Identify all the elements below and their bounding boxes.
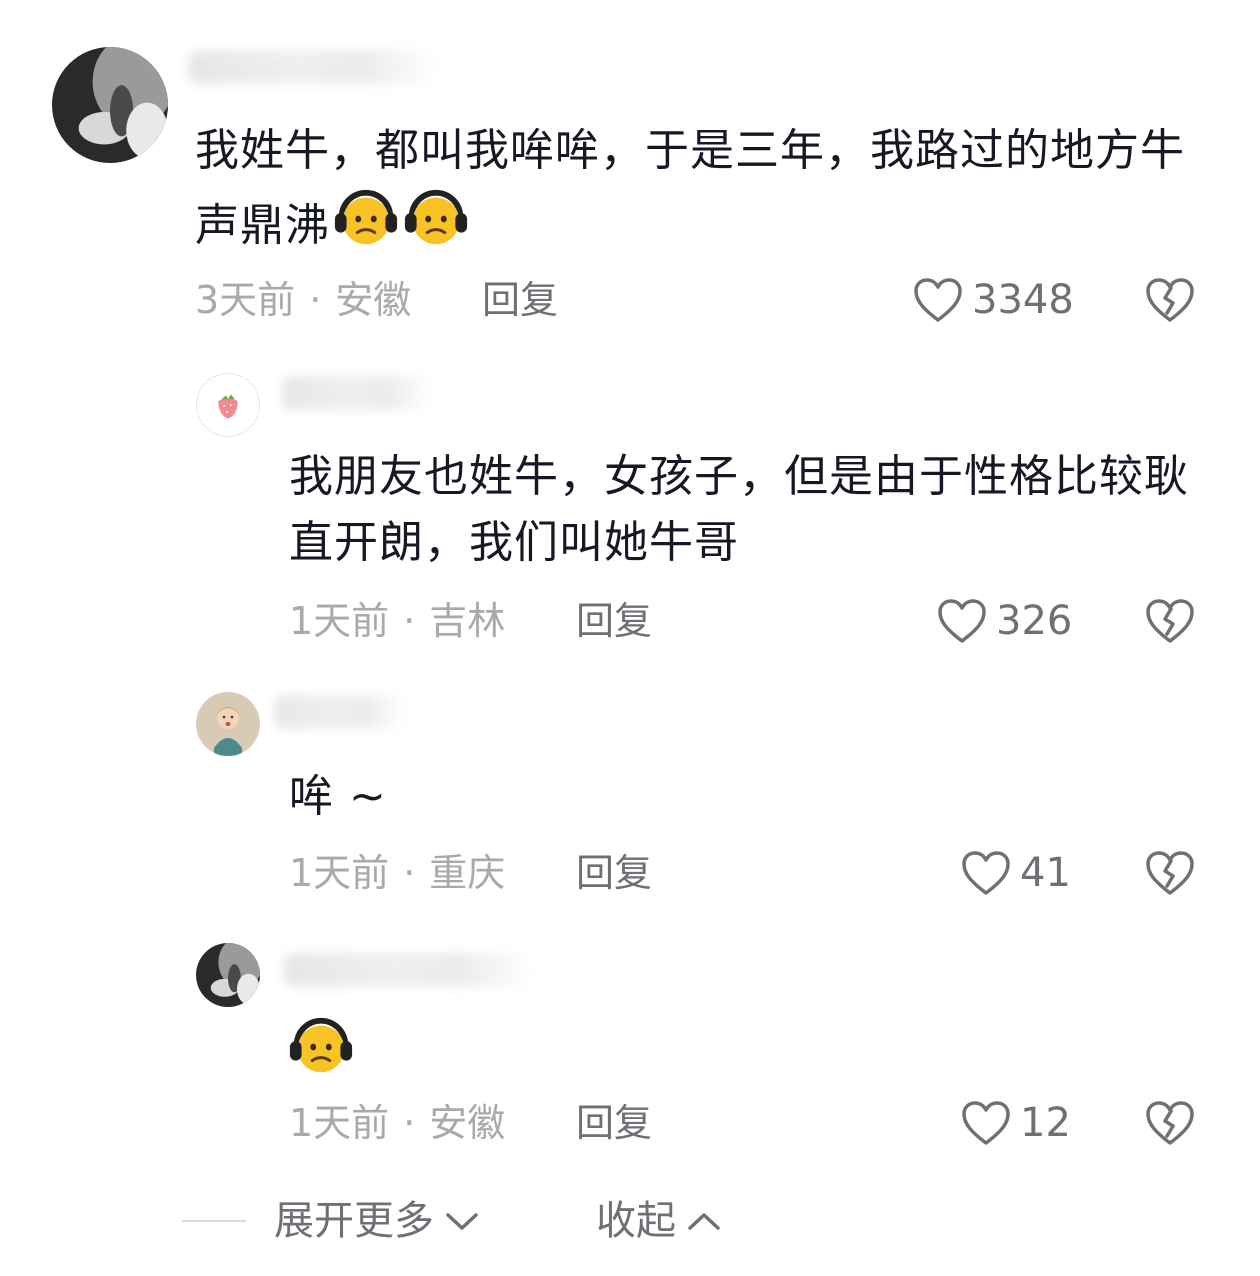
collapse-label: 收起 xyxy=(596,1198,676,1244)
reply-button[interactable]: 回复 xyxy=(482,276,558,324)
comment-time: 1天前 xyxy=(289,851,390,895)
like-count: 326 xyxy=(996,598,1073,644)
broken-heart-icon xyxy=(1146,1101,1194,1145)
collapse-button[interactable]: 收起 xyxy=(596,1196,722,1246)
username-blurred[interactable] xyxy=(284,953,534,987)
like-count: 12 xyxy=(1020,1100,1071,1146)
username-blurred[interactable] xyxy=(282,376,432,410)
headphone-face-emoji xyxy=(402,184,470,252)
like-button[interactable]: 3348 xyxy=(912,276,1074,324)
comment-meta: 1天前 · 吉林 xyxy=(289,597,505,645)
broken-heart-icon xyxy=(1146,278,1194,322)
strawberry-avatar xyxy=(197,374,259,436)
reply-button[interactable]: 回复 xyxy=(576,1099,652,1147)
meta-separator: · xyxy=(403,851,416,895)
reply-button[interactable]: 回复 xyxy=(576,597,652,645)
comment-meta: 3天前 · 安徽 xyxy=(195,276,411,324)
heart-icon xyxy=(914,278,962,322)
like-button[interactable]: 12 xyxy=(960,1099,1071,1147)
comment-meta: 1天前 · 安徽 xyxy=(289,1099,505,1147)
avatar[interactable] xyxy=(196,373,260,437)
avatar[interactable] xyxy=(52,47,168,163)
comment-text: 我姓牛，都叫我哞哞，于是三年，我路过的地方牛声鼎沸 xyxy=(195,125,1185,252)
dislike-button[interactable] xyxy=(1144,849,1196,897)
like-count: 3348 xyxy=(972,277,1074,323)
chevron-up-icon xyxy=(688,1213,720,1230)
avatar[interactable] xyxy=(196,692,260,756)
chevron-down-icon xyxy=(446,1213,478,1230)
comment-location: 安徽 xyxy=(429,1101,506,1145)
heart-icon xyxy=(962,851,1010,895)
avatar-image xyxy=(196,943,260,1007)
comment-time: 3天前 xyxy=(195,278,296,322)
reply-button[interactable]: 回复 xyxy=(576,849,652,897)
like-button[interactable]: 326 xyxy=(936,597,1072,645)
broken-heart-icon xyxy=(1146,851,1194,895)
like-count: 41 xyxy=(1020,850,1071,896)
headphone-face-emoji xyxy=(287,1012,355,1080)
comment-location: 吉林 xyxy=(429,599,506,643)
avatar-image xyxy=(52,47,168,163)
broken-heart-icon xyxy=(1146,599,1194,643)
comment-location: 重庆 xyxy=(429,851,506,895)
avatar[interactable] xyxy=(196,943,260,1007)
comment-text: 哞 ~ xyxy=(289,771,387,822)
child-photo-avatar xyxy=(196,692,260,756)
username-blurred[interactable] xyxy=(274,695,404,729)
comment-time: 1天前 xyxy=(289,599,390,643)
comment-text xyxy=(287,1012,1212,1087)
heart-icon xyxy=(962,1101,1010,1145)
comment-meta: 1天前 · 重庆 xyxy=(289,849,505,897)
like-button[interactable]: 41 xyxy=(960,849,1071,897)
username-blurred[interactable] xyxy=(188,50,438,84)
comment-text: 我朋友也姓牛，女孩子，但是由于性格比较耿直开朗，我们叫她牛哥 xyxy=(289,451,1189,568)
meta-separator: · xyxy=(309,278,322,322)
expand-more-label: 展开更多 xyxy=(274,1198,434,1244)
meta-separator: · xyxy=(403,1101,416,1145)
headphone-face-emoji xyxy=(332,184,400,252)
comment-time: 1天前 xyxy=(289,1101,390,1145)
meta-separator: · xyxy=(403,599,416,643)
footer-divider xyxy=(182,1220,246,1222)
dislike-button[interactable] xyxy=(1144,276,1196,324)
dislike-button[interactable] xyxy=(1144,1099,1196,1147)
heart-icon xyxy=(938,599,986,643)
dislike-button[interactable] xyxy=(1144,597,1196,645)
expand-more-button[interactable]: 展开更多 xyxy=(274,1196,480,1246)
comment-location: 安徽 xyxy=(335,278,412,322)
